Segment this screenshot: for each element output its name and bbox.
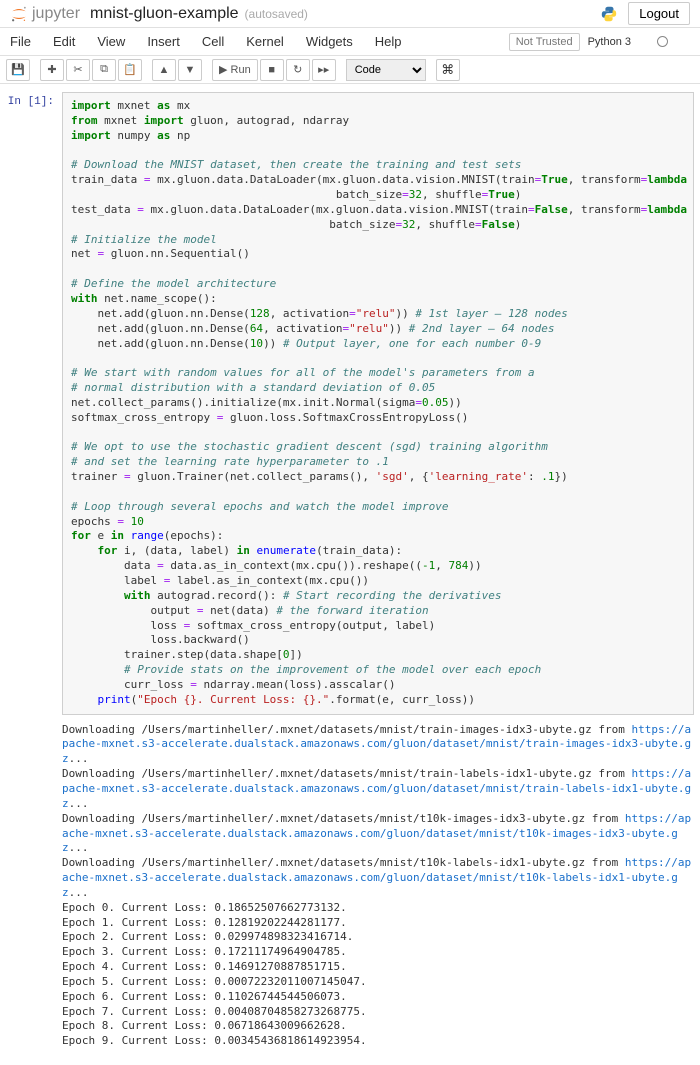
move-down-button[interactable]: ▼ <box>178 59 202 81</box>
cell-output: Downloading /Users/martinheller/.mxnet/d… <box>62 721 694 1050</box>
code-input[interactable]: import mxnet as mx from mxnet import glu… <box>62 92 694 715</box>
logo-text: jupyter <box>32 5 80 23</box>
autosave-status: (autosaved) <box>245 7 308 21</box>
interrupt-button[interactable]: ■ <box>260 59 284 81</box>
trust-badge[interactable]: Not Trusted <box>509 33 580 51</box>
kernel-name: Python 3 <box>588 36 631 48</box>
kernel-indicator: Python 3 <box>588 36 690 48</box>
save-button[interactable]: 💾 <box>6 59 30 81</box>
code-cell[interactable]: In [1]: import mxnet as mx from mxnet im… <box>0 92 700 1049</box>
menu-file[interactable]: File <box>10 34 31 49</box>
menu-edit[interactable]: Edit <box>53 34 75 49</box>
notebook-area: In [1]: import mxnet as mx from mxnet im… <box>0 84 700 1065</box>
menu-view[interactable]: View <box>97 34 125 49</box>
paste-button[interactable]: 📋 <box>118 59 142 81</box>
command-palette-button[interactable]: ⌘ <box>436 59 460 81</box>
copy-button[interactable]: ⧉ <box>92 59 116 81</box>
restart-button[interactable]: ↻ <box>286 59 310 81</box>
logout-button[interactable]: Logout <box>628 2 690 25</box>
cell-type-select[interactable]: Code <box>346 59 426 81</box>
jupyter-icon <box>10 5 28 23</box>
move-up-button[interactable]: ▲ <box>152 59 176 81</box>
run-button[interactable]: ▶ Run <box>212 59 258 81</box>
add-cell-button[interactable]: ✚ <box>40 59 64 81</box>
python-icon <box>600 5 618 23</box>
input-prompt: In [1]: <box>0 92 62 1049</box>
menu-kernel[interactable]: Kernel <box>246 34 284 49</box>
menu-insert[interactable]: Insert <box>147 34 180 49</box>
toolbar: 💾 ✚ ✂ ⧉ 📋 ▲ ▼ ▶ Run ■ ↻ ▸▸ Code ⌘ <box>0 56 700 84</box>
cut-button[interactable]: ✂ <box>66 59 90 81</box>
restart-run-all-button[interactable]: ▸▸ <box>312 59 336 81</box>
menu-help[interactable]: Help <box>375 34 402 49</box>
menu-cell[interactable]: Cell <box>202 34 224 49</box>
menu-widgets[interactable]: Widgets <box>306 34 353 49</box>
kernel-status-icon <box>657 36 668 47</box>
notebook-title[interactable]: mnist-gluon-example <box>90 5 239 23</box>
jupyter-logo[interactable]: jupyter <box>10 5 80 23</box>
menu-bar: File Edit View Insert Cell Kernel Widget… <box>0 28 700 56</box>
header: jupyter mnist-gluon-example (autosaved) … <box>0 0 700 28</box>
